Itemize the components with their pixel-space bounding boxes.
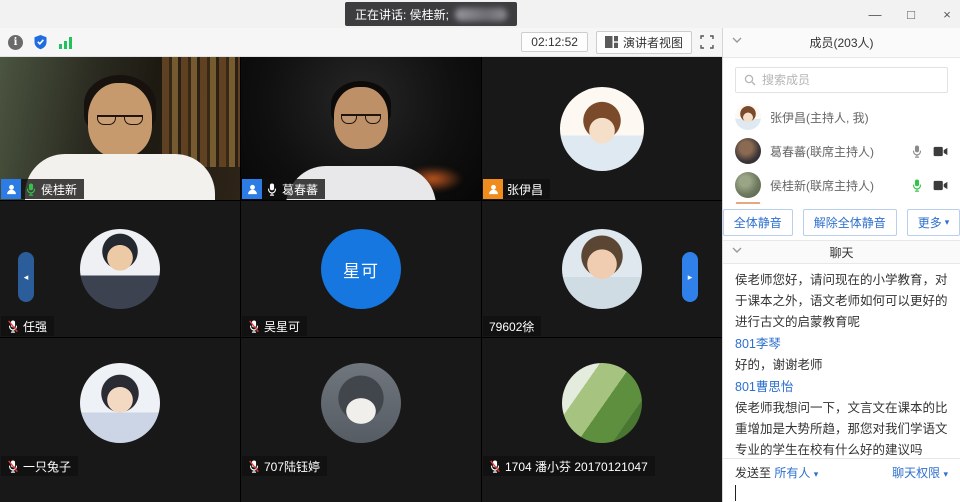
avatar <box>562 229 642 309</box>
send-to-label: 发送至 <box>735 464 771 481</box>
prev-page-arrow[interactable]: ◂ <box>18 252 34 302</box>
video-tile-zhangyichang[interactable]: 张伊昌 <box>482 57 722 200</box>
avatar-initials: 星可 <box>343 257 379 282</box>
sidebar-panel: 成员(203人) 张伊昌(主持人, 我) 葛春蕃(联席主持人) <box>722 28 960 502</box>
participant-name-tag: 一只兔子 <box>1 456 78 476</box>
member-search-box[interactable] <box>735 67 948 93</box>
maximize-button[interactable]: □ <box>904 7 918 22</box>
member-actions: 全体静音 解除全体静音 更多▾ <box>723 204 960 240</box>
security-shield-icon[interactable] <box>33 34 48 50</box>
caret-down-icon: ▾ <box>945 217 950 228</box>
avatar <box>321 363 401 443</box>
mic-on-icon <box>266 182 278 197</box>
send-to-dropdown[interactable]: 所有人 ▾ <box>774 464 818 481</box>
avatar <box>735 138 761 164</box>
speaker-view-button[interactable]: 演讲者视图 <box>596 31 692 54</box>
speaking-toast: 正在讲话: 侯桂新; <box>345 2 517 26</box>
member-list: 张伊昌(主持人, 我) 葛春蕃(联席主持人) <box>723 100 960 204</box>
video-grid: 侯桂新 葛春蕃 <box>0 57 722 502</box>
participant-name-tag: 79602徐 <box>483 316 541 336</box>
chat-message-list: 侯老师您好，请问现在的小学教育，对于课本之外，语文老师如何可以更好的进行古文的启… <box>723 264 960 458</box>
mic-muted-icon <box>248 319 260 334</box>
chat-message-text: 侯老师我想问一下，文言文在课本的比重增加是大势所趋，那您对我们学语文专业的学生在… <box>735 398 948 458</box>
participant-name-tag: 任强 <box>1 316 54 336</box>
host-badge-icon <box>1 179 21 199</box>
meeting-info-icon[interactable]: i <box>8 35 23 50</box>
video-tile-renqiang[interactable]: 任强 <box>0 201 240 337</box>
host-badge-icon <box>242 179 262 199</box>
member-camera-icon[interactable] <box>933 180 948 191</box>
avatar <box>80 363 160 443</box>
collapse-chevron-icon[interactable] <box>732 37 742 43</box>
next-page-arrow[interactable]: ▸ <box>682 252 698 302</box>
text-cursor <box>735 485 736 501</box>
participant-name-tag: 1704 潘小芬 20170121047 <box>483 456 655 476</box>
mic-muted-icon <box>7 459 19 474</box>
mic-on-icon <box>25 182 37 197</box>
video-tile-wuxingke[interactable]: 星可 吴星可 <box>241 201 481 337</box>
participant-name-tag: 侯桂新 <box>1 179 84 199</box>
member-mic-on-icon[interactable] <box>911 178 923 193</box>
member-row-zhangyichang[interactable]: 张伊昌(主持人, 我) <box>723 100 960 134</box>
mic-muted-icon <box>7 319 19 334</box>
collapse-chevron-icon[interactable] <box>732 247 742 253</box>
member-mic-icon[interactable] <box>911 144 923 159</box>
avatar <box>560 87 644 171</box>
participant-name-tag: 吴星可 <box>242 316 307 336</box>
chat-panel-title: 聊天 <box>829 244 853 261</box>
more-button[interactable]: 更多▾ <box>907 209 960 236</box>
chat-message-text: 好的，谢谢老师 <box>735 355 948 376</box>
titlebar: 正在讲话: 侯桂新; 义 — □ × <box>0 0 960 28</box>
unmute-all-button[interactable]: 解除全体静音 <box>803 209 897 236</box>
self-badge-icon <box>483 179 503 199</box>
speaking-toast-text: 正在讲话: 侯桂新; <box>355 6 449 23</box>
chat-panel-header: 聊天 <box>723 240 960 264</box>
video-tile-yizhituzi[interactable]: 一只兔子 <box>0 338 240 502</box>
search-icon <box>744 74 756 86</box>
fullscreen-icon[interactable] <box>700 35 714 49</box>
member-search-input[interactable] <box>762 73 939 87</box>
chat-sender-name: 801曹思怡 <box>735 377 948 398</box>
meeting-app-window: 正在讲话: 侯桂新; 义 — □ × i 02:12:52 <box>0 0 960 502</box>
mute-all-button[interactable]: 全体静音 <box>723 209 793 236</box>
video-stage: i 02:12:52 演讲者视图 <box>0 28 722 502</box>
chat-footer: 发送至 所有人 ▾ 聊天权限 ▾ <box>723 458 960 502</box>
chat-input-area[interactable] <box>735 484 948 502</box>
layout-view-icon <box>605 36 618 48</box>
avatar <box>735 172 761 198</box>
chat-message-text: 侯老师您好，请问现在的小学教育，对于课本之外，语文老师如何可以更好的进行古文的启… <box>735 270 948 333</box>
minimize-button[interactable]: — <box>868 7 882 22</box>
avatar <box>562 363 642 443</box>
members-panel-title: 成员(203人) <box>809 34 873 51</box>
caret-down-icon: ▾ <box>814 469 819 479</box>
video-tile-houguixin[interactable]: 侯桂新 <box>0 57 240 200</box>
video-tile-gechunfan[interactable]: 葛春蕃 <box>241 57 481 200</box>
members-panel-header: 成员(203人) <box>723 28 960 58</box>
participant-name-tag: 707陆钰婷 <box>242 456 327 476</box>
participant-name-tag: 葛春蕃 <box>242 179 325 199</box>
avatar <box>735 104 761 130</box>
mic-muted-icon <box>248 459 260 474</box>
caret-down-icon: ▾ <box>943 469 948 479</box>
meeting-timer: 02:12:52 <box>521 32 588 52</box>
network-signal-icon <box>58 36 73 49</box>
video-tile-707luyuting[interactable]: 707陆钰婷 <box>241 338 481 502</box>
avatar <box>80 229 160 309</box>
close-button[interactable]: × <box>940 7 954 22</box>
member-row-gechunfan[interactable]: 葛春蕃(联席主持人) <box>723 134 960 168</box>
mic-muted-icon <box>489 459 501 474</box>
avatar: 星可 <box>321 229 401 309</box>
member-row-houguixin[interactable]: 侯桂新(联席主持人) <box>723 168 960 202</box>
chat-sender-name: 801李琴 <box>735 334 948 355</box>
chat-permission-dropdown[interactable]: 聊天权限 ▾ <box>892 464 948 481</box>
video-tile-1704panxiaofen[interactable]: 1704 潘小芬 20170121047 <box>482 338 722 502</box>
meeting-toolbar: i 02:12:52 演讲者视图 <box>0 28 722 57</box>
member-camera-icon[interactable] <box>933 146 948 157</box>
participant-name-tag: 张伊昌 <box>483 179 550 199</box>
blurred-speaker-names <box>455 8 507 21</box>
